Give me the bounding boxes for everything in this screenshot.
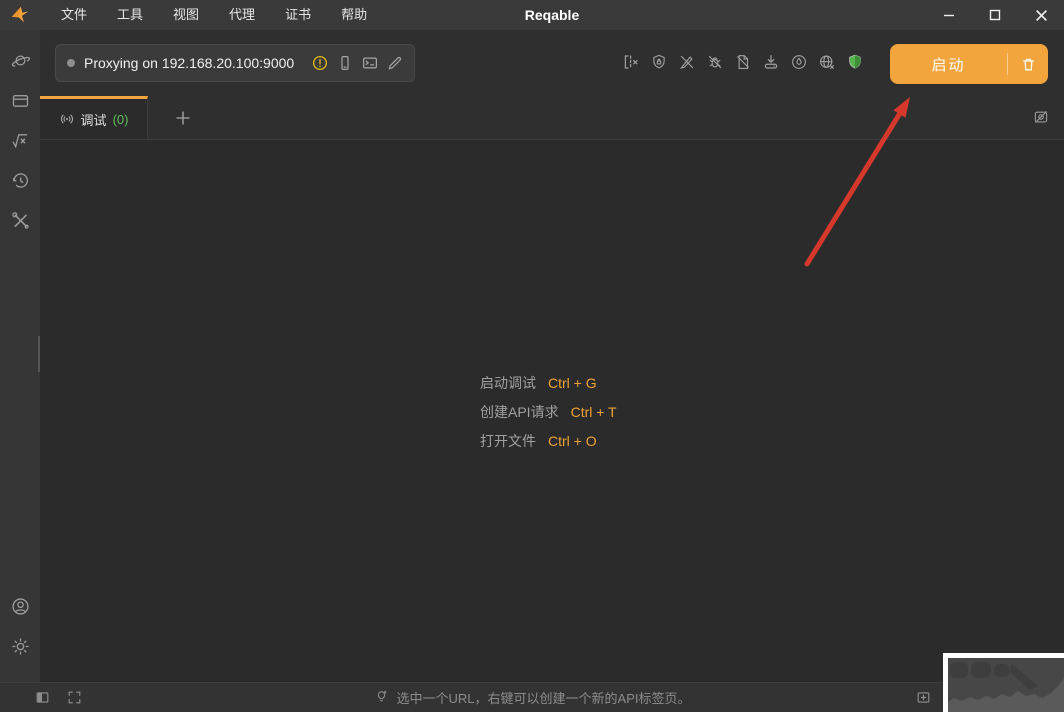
shield-lock-icon[interactable] xyxy=(650,53,668,71)
fullscreen-icon[interactable] xyxy=(66,689,83,706)
menu-certificate[interactable]: 证书 xyxy=(270,0,326,30)
statusbar: 选中一个URL，右键可以创建一个新的API标签页。 xyxy=(0,682,1064,712)
tab-debug[interactable]: 调试 (0) xyxy=(40,96,148,139)
menu-file[interactable]: 文件 xyxy=(46,0,102,30)
panel-toggle-icon[interactable] xyxy=(34,689,51,706)
shortcut-keys: Ctrl + O xyxy=(548,433,597,449)
window-controls xyxy=(926,0,1064,30)
shortcut-create-api: 创建API请求 Ctrl + T xyxy=(480,402,617,422)
tab-debug-label: 调试 xyxy=(81,110,107,129)
maximize-icon[interactable] xyxy=(972,0,1018,30)
terminal-icon[interactable] xyxy=(361,54,379,72)
broadcast-icon xyxy=(59,111,75,127)
menu-help[interactable]: 帮助 xyxy=(326,0,382,30)
proxy-status-text: Proxying on 192.168.20.100:9000 xyxy=(84,55,294,71)
tabbar: 调试 (0) xyxy=(40,96,1064,140)
proxy-address-bar[interactable]: Proxying on 192.168.20.100:9000 xyxy=(55,44,415,82)
shortcut-open-file: 打开文件 Ctrl + O xyxy=(480,431,617,451)
import-download-icon[interactable] xyxy=(762,53,780,71)
shortcut-hints: 启动调试 Ctrl + G 创建API请求 Ctrl + T 打开文件 Ctrl… xyxy=(480,373,617,451)
history-icon[interactable] xyxy=(0,160,40,200)
mock-off-icon[interactable] xyxy=(734,53,752,71)
bug-off-icon[interactable] xyxy=(706,53,724,71)
breakpoint-icon[interactable] xyxy=(622,53,640,71)
certificate-shield-icon[interactable] xyxy=(846,53,864,71)
phone-icon[interactable] xyxy=(336,54,354,72)
add-tab-icon[interactable] xyxy=(162,96,204,139)
throttle-drop-icon[interactable] xyxy=(790,53,808,71)
account-icon[interactable] xyxy=(0,586,40,626)
shortcut-start-debug: 启动调试 Ctrl + G xyxy=(480,373,617,393)
gateway-off-icon[interactable] xyxy=(818,53,836,71)
toolbox-icon[interactable] xyxy=(0,200,40,240)
titlebar: 文件 工具 视图 代理 证书 帮助 Reqable xyxy=(0,0,1064,30)
sidebar-drag-handle[interactable] xyxy=(38,336,40,372)
clear-trash-icon[interactable] xyxy=(1008,44,1048,84)
toolbar-icon-group xyxy=(622,53,864,71)
warning-icon[interactable] xyxy=(311,54,329,72)
tip-bulb-icon xyxy=(374,689,391,706)
reqable-logo-icon xyxy=(8,3,32,27)
formula-icon[interactable] xyxy=(0,120,40,160)
preview-off-icon[interactable] xyxy=(1032,108,1050,126)
shortcut-keys: Ctrl + G xyxy=(548,375,597,391)
window-title: Reqable xyxy=(525,7,579,23)
settings-gear-icon[interactable] xyxy=(0,626,40,666)
start-button[interactable]: 启动 xyxy=(890,44,1048,84)
menu-tools[interactable]: 工具 xyxy=(102,0,158,30)
traffic-planet-icon[interactable] xyxy=(0,40,40,80)
float-window-icon[interactable] xyxy=(915,689,932,706)
edit-pencil-icon[interactable] xyxy=(386,54,404,72)
reqable-window: 文件 工具 视图 代理 证书 帮助 Reqable xyxy=(0,0,1064,712)
shortcut-keys: Ctrl + T xyxy=(571,404,617,420)
menu-view[interactable]: 视图 xyxy=(158,0,214,30)
tab-debug-count: (0) xyxy=(113,112,129,127)
menu-proxy[interactable]: 代理 xyxy=(214,0,270,30)
sidebar xyxy=(0,30,40,682)
close-icon[interactable] xyxy=(1018,0,1064,30)
statusbar-tip-text: 选中一个URL，右键可以创建一个新的API标签页。 xyxy=(397,688,691,707)
toolbar: Proxying on 192.168.20.100:9000 xyxy=(40,30,1064,96)
minimize-icon[interactable] xyxy=(926,0,972,30)
shortcut-label: 启动调试 xyxy=(480,373,536,393)
statusbar-tip: 选中一个URL，右键可以创建一个新的API标签页。 xyxy=(374,688,691,707)
rewrite-off-icon[interactable] xyxy=(678,53,696,71)
shortcut-label: 打开文件 xyxy=(480,431,536,451)
collection-box-icon[interactable] xyxy=(0,80,40,120)
statusbar-left-icons xyxy=(34,689,83,706)
proxy-status-dot xyxy=(67,59,75,67)
screen-thumbnail xyxy=(943,653,1064,712)
main-content: 启动调试 Ctrl + G 创建API请求 Ctrl + T 打开文件 Ctrl… xyxy=(40,140,1064,682)
screen-thumbnail-image xyxy=(948,658,1064,712)
menubar: 文件 工具 视图 代理 证书 帮助 xyxy=(46,0,382,30)
shortcut-label: 创建API请求 xyxy=(480,402,559,422)
start-button-label[interactable]: 启动 xyxy=(890,44,1007,84)
